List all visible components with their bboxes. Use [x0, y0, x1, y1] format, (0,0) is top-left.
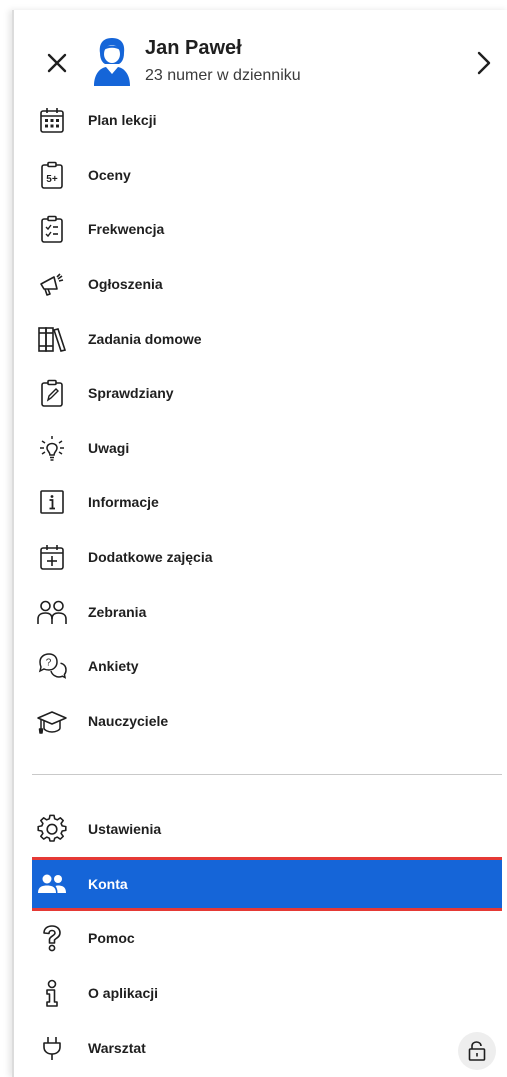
menu-item-label: Frekwencja [88, 221, 165, 238]
lock-button[interactable] [458, 1032, 496, 1070]
info-box-icon [37, 487, 67, 517]
menu-item-nauczyciele[interactable]: Nauczyciele [14, 694, 507, 749]
megaphone-icon [37, 269, 67, 299]
menu-item-zadania-domowe[interactable]: Zadania domowe [14, 311, 507, 366]
graduation-cap-icon [37, 706, 67, 736]
menu-item-ustawienia[interactable]: Ustawienia [14, 802, 507, 857]
info-person-icon [37, 978, 67, 1008]
menu-divider [32, 774, 502, 775]
secondary-menu: Ustawienia Konta Pomoc O aplikacji Warsz… [14, 802, 507, 1075]
menu-item-plan-lekcji[interactable]: Plan lekcji [14, 93, 507, 148]
menu-item-warsztat[interactable]: Warsztat [14, 1020, 507, 1075]
close-icon [47, 53, 67, 73]
menu-item-label: Zadania domowe [88, 330, 202, 347]
unlock-icon [468, 1041, 486, 1061]
menu-item-frekwencja[interactable]: Frekwencja [14, 202, 507, 257]
calendar-grid-icon [37, 105, 67, 135]
menu-item-label: Nauczyciele [88, 712, 169, 729]
checklist-clipboard-icon [37, 214, 67, 244]
question-chat-icon: ? [37, 651, 67, 681]
close-button[interactable] [42, 48, 72, 78]
menu-item-label: Zebrania [88, 603, 147, 620]
question-mark-icon [37, 923, 67, 953]
menu-item-pomoc[interactable]: Pomoc [14, 911, 507, 966]
people-outline-icon [37, 597, 67, 627]
menu-item-uwagi[interactable]: Uwagi [14, 421, 507, 476]
menu-item-ogloszenia[interactable]: Ogłoszenia [14, 257, 507, 312]
menu-item-label: Pomoc [88, 930, 135, 947]
drawer-header: Jan Paweł 23 numer w dzienniku [14, 10, 507, 105]
accounts-icon [37, 869, 67, 899]
menu-item-label: Plan lekcji [88, 112, 157, 129]
user-name: Jan Paweł [145, 37, 242, 59]
menu-item-label: Oceny [88, 166, 131, 183]
svg-text:5+: 5+ [46, 174, 58, 185]
menu-item-ankiety[interactable]: ? Ankiety [14, 639, 507, 694]
menu-item-label: Konta [88, 875, 128, 892]
menu-item-label: Sprawdziany [88, 385, 174, 402]
chevron-right-icon [477, 51, 491, 75]
calendar-plus-icon [37, 542, 67, 572]
clipboard-pencil-icon [37, 378, 67, 408]
menu-item-konta[interactable]: Konta [32, 856, 502, 912]
menu-item-label: Uwagi [88, 439, 130, 456]
menu-item-oceny[interactable]: 5+ Oceny [14, 148, 507, 203]
menu-item-label: Warsztat [88, 1039, 146, 1056]
user-journal-number: 23 numer w dzienniku [145, 67, 301, 84]
menu-item-o-aplikacji[interactable]: O aplikacji [14, 966, 507, 1021]
menu-item-label: Ogłoszenia [88, 276, 163, 293]
svg-text:?: ? [46, 658, 52, 669]
grade-clipboard-icon: 5+ [37, 160, 67, 190]
menu-item-label: O aplikacji [88, 985, 159, 1002]
menu-item-label: Dodatkowe zajęcia [88, 549, 213, 566]
navigation-drawer: Jan Paweł 23 numer w dzienniku Plan lekc… [12, 10, 507, 1077]
lightbulb-icon [37, 433, 67, 463]
main-menu: Plan lekcji 5+ Oceny Frekwencja Ogłoszen… [14, 93, 507, 748]
menu-item-label: Ankiety [88, 658, 139, 675]
gear-icon [37, 814, 67, 844]
menu-item-label: Informacje [88, 494, 159, 511]
menu-item-sprawdziany[interactable]: Sprawdziany [14, 366, 507, 421]
menu-item-informacje[interactable]: Informacje [14, 475, 507, 530]
student-avatar-icon [94, 38, 130, 86]
menu-item-dodatkowe-zajecia[interactable]: Dodatkowe zajęcia [14, 530, 507, 585]
next-student-button[interactable] [469, 48, 499, 78]
menu-item-label: Ustawienia [88, 821, 162, 838]
books-icon [37, 324, 67, 354]
plug-icon [37, 1033, 67, 1063]
menu-item-zebrania[interactable]: Zebrania [14, 584, 507, 639]
